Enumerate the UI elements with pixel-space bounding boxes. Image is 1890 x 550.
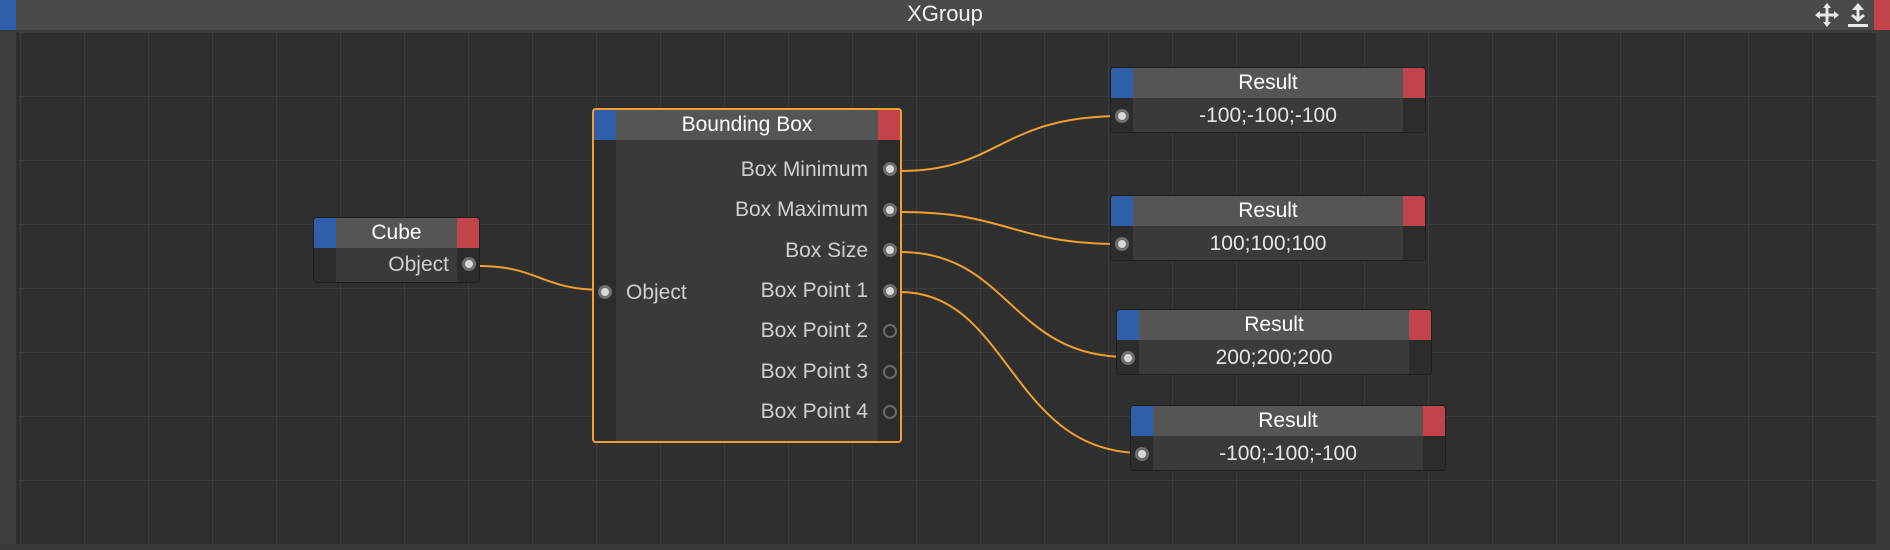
title-bar: XGroup: [0, 0, 1890, 32]
port-label-box-point-3: Box Point 3: [760, 360, 868, 383]
output-port-box-maximum[interactable]: [883, 203, 897, 217]
input-port-result[interactable]: [1115, 237, 1129, 251]
input-port-result[interactable]: [1115, 109, 1129, 123]
output-port-box-point-2[interactable]: [883, 324, 897, 338]
input-tab[interactable]: [314, 218, 336, 248]
output-port-box-size[interactable]: [883, 243, 897, 257]
result-node[interactable]: Result -100;-100;-100: [1110, 67, 1426, 133]
output-tab[interactable]: [1409, 310, 1431, 340]
port-label-box-maximum: Box Maximum: [734, 198, 868, 221]
bottom-edge: [0, 544, 1890, 550]
output-tab[interactable]: [878, 110, 900, 140]
output-port-box-point-3[interactable]: [883, 365, 897, 379]
input-tab[interactable]: [1117, 310, 1139, 340]
output-strip: [1423, 436, 1445, 470]
bounding-box-node-header[interactable]: Bounding Box: [594, 110, 900, 140]
move-icon[interactable]: [1814, 2, 1840, 28]
port-label-box-point-4: Box Point 4: [760, 400, 868, 423]
port-label-box-point-1: Box Point 1: [760, 279, 868, 302]
output-strip: [1409, 340, 1431, 374]
result-value: 100;100;100: [1209, 232, 1327, 255]
result-node-title: Result: [1238, 71, 1298, 94]
input-tab[interactable]: [594, 110, 616, 140]
node-editor-canvas[interactable]: [18, 32, 1876, 544]
output-tab[interactable]: [1403, 68, 1425, 98]
result-node-title: Result: [1238, 199, 1298, 222]
title-bar-right-tab: [1874, 0, 1890, 30]
output-strip: [1403, 226, 1425, 260]
result-node-title: Result: [1258, 409, 1318, 432]
output-tab[interactable]: [457, 218, 479, 248]
result-node-header[interactable]: Result: [1111, 68, 1425, 98]
input-tab[interactable]: [1131, 406, 1153, 436]
cube-node-header[interactable]: Cube: [314, 218, 479, 248]
input-port-object[interactable]: [598, 285, 612, 299]
output-strip: [1403, 98, 1425, 132]
port-label-object: Object: [626, 281, 687, 304]
right-edge: [1876, 32, 1890, 550]
left-edge: [0, 32, 16, 550]
cube-node-title: Cube: [371, 221, 422, 244]
bounding-box-node-title: Bounding Box: [681, 113, 813, 136]
result-node-header[interactable]: Result: [1111, 196, 1425, 226]
result-value: 200;200;200: [1215, 346, 1333, 369]
port-label-box-size: Box Size: [785, 239, 868, 262]
result-node-header[interactable]: Result: [1131, 406, 1445, 436]
output-port-box-minimum[interactable]: [883, 162, 897, 176]
result-node-title: Result: [1244, 313, 1304, 336]
port-label-box-minimum: Box Minimum: [740, 158, 868, 181]
fit-view-icon[interactable]: [1845, 2, 1871, 28]
port-label-box-point-2: Box Point 2: [760, 319, 868, 342]
output-port-box-point-1[interactable]: [883, 284, 897, 298]
output-tab[interactable]: [1423, 406, 1445, 436]
result-value: -100;-100;-100: [1199, 104, 1337, 127]
port-label-object: Object: [388, 253, 449, 276]
result-node-header[interactable]: Result: [1117, 310, 1431, 340]
input-strip: [314, 248, 336, 282]
input-port-result[interactable]: [1121, 351, 1135, 365]
result-node[interactable]: Result 100;100;100: [1110, 195, 1426, 261]
output-port-object[interactable]: [462, 257, 476, 271]
input-tab[interactable]: [1111, 196, 1133, 226]
cube-node[interactable]: Cube Object: [313, 217, 480, 283]
input-tab[interactable]: [1111, 68, 1133, 98]
result-node[interactable]: Result -100;-100;-100: [1130, 405, 1446, 471]
output-port-box-point-4[interactable]: [883, 405, 897, 419]
result-value: -100;-100;-100: [1219, 442, 1357, 465]
window-title: XGroup: [907, 1, 983, 26]
output-tab[interactable]: [1403, 196, 1425, 226]
result-node[interactable]: Result 200;200;200: [1116, 309, 1432, 375]
bounding-box-node[interactable]: Bounding Box Object Box Minimum Box Maxi…: [592, 108, 902, 443]
input-port-result[interactable]: [1135, 447, 1149, 461]
